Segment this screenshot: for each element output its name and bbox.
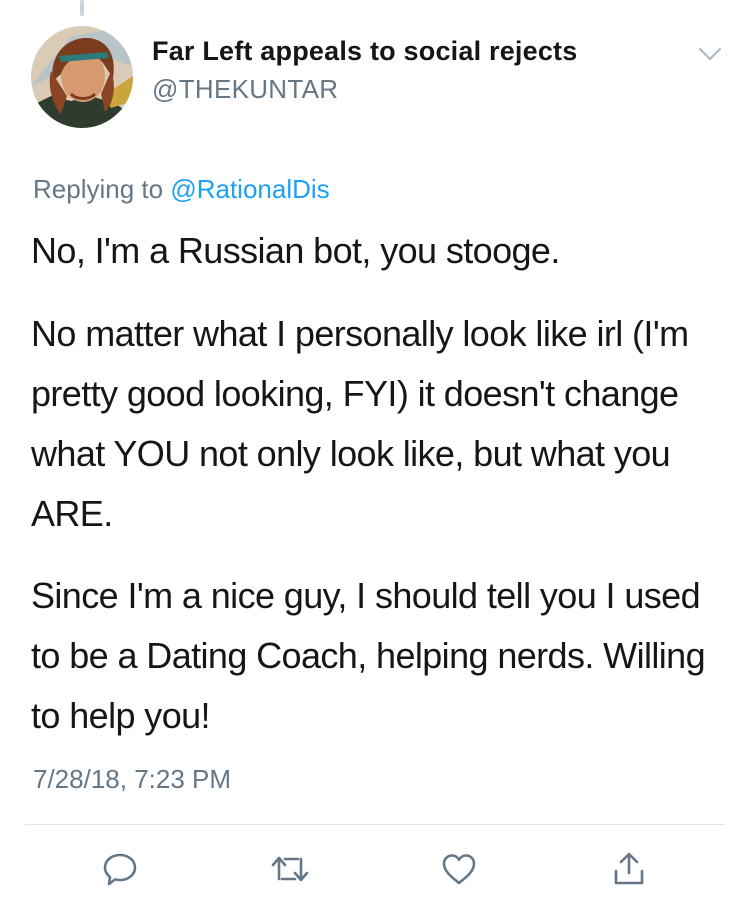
tweet-paragraph: No matter what I personally look like ir… [31,313,689,534]
retweet-button[interactable] [268,847,312,891]
avatar[interactable] [31,26,133,128]
share-icon [614,852,644,885]
display-name[interactable]: Far Left appeals to social rejects [152,36,577,67]
tweet-paragraph: Since I'm a nice guy, I should tell you … [31,575,706,736]
thread-connector-line [80,0,84,16]
like-button[interactable] [437,847,481,891]
share-button[interactable] [607,847,651,891]
reply-button[interactable] [98,847,142,891]
replying-to-label: Replying to [33,174,164,204]
user-handle[interactable]: @THEKUNTAR [152,74,338,105]
avatar-image [31,26,133,128]
tweet-paragraph: No, I'm a Russian bot, you stooge. [31,230,560,271]
reply-icon [103,853,137,886]
heart-icon [442,854,476,885]
reply-mention-link[interactable]: @RationalDis [170,174,329,204]
replying-to-line: Replying to @RationalDis [33,174,330,205]
divider [25,824,725,825]
chevron-down-icon[interactable] [697,44,723,64]
retweet-icon [271,856,309,882]
tweet-timestamp[interactable]: 7/28/18, 7:23 PM [33,764,231,795]
